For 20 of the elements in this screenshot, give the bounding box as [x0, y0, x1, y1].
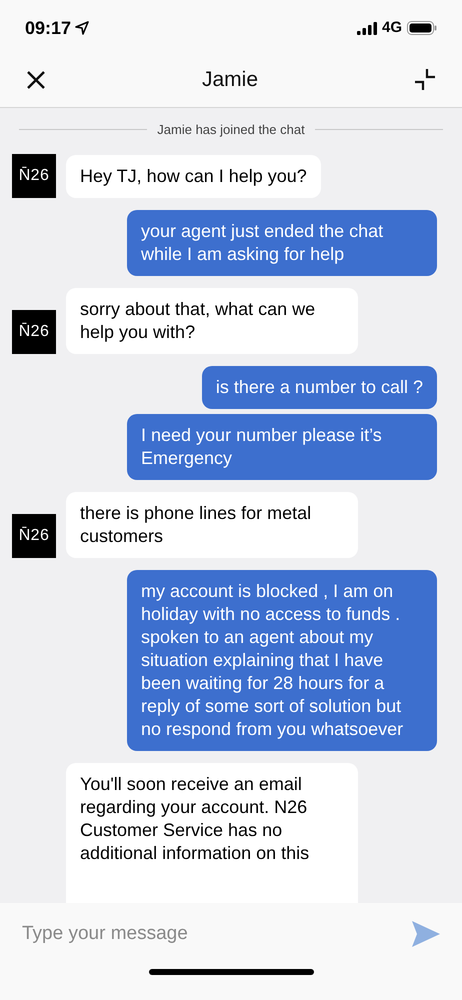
header-title: Jamie [202, 66, 258, 93]
system-notice: Jamie has joined the chat [157, 121, 305, 139]
location-arrow-icon [75, 21, 90, 35]
bank-logo-avatar: N̄26 [12, 310, 56, 354]
agent-message-bubble: sorry about that, what can we help you with? [66, 288, 358, 354]
agent-message-bubble: Hey TJ, how can I help you? [66, 154, 321, 198]
user-message-bubble: is there a number to call ? [202, 366, 437, 408]
minimize-button[interactable] [413, 68, 437, 92]
user-message-bubble: your agent just ended the chat while I am asking for help [127, 210, 437, 276]
agent-message-bubble: there is phone lines for metal customers [66, 492, 358, 558]
battery-icon [407, 21, 437, 35]
signal-icon [356, 22, 377, 34]
agent-message-bubble: You'll soon receive an email regarding your account. N26 Customer Service has no additional information on this [66, 762, 358, 903]
status-time: 09:17 [25, 16, 72, 40]
bank-logo-avatar: N̄26 [12, 514, 56, 558]
bank-logo-avatar: N̄26 [12, 154, 56, 198]
network-label: 4G [382, 18, 402, 38]
user-message-bubble: I need your number please it’s Emergency [127, 414, 437, 480]
close-button[interactable] [25, 68, 47, 90]
user-message-bubble: my account is blocked , I am on holiday with no access to funds . spoken to an agent about my situation explaining that I have been waiting for 28 hours for a reply of some sort of solution but no respond from you whatsoever [127, 570, 437, 750]
